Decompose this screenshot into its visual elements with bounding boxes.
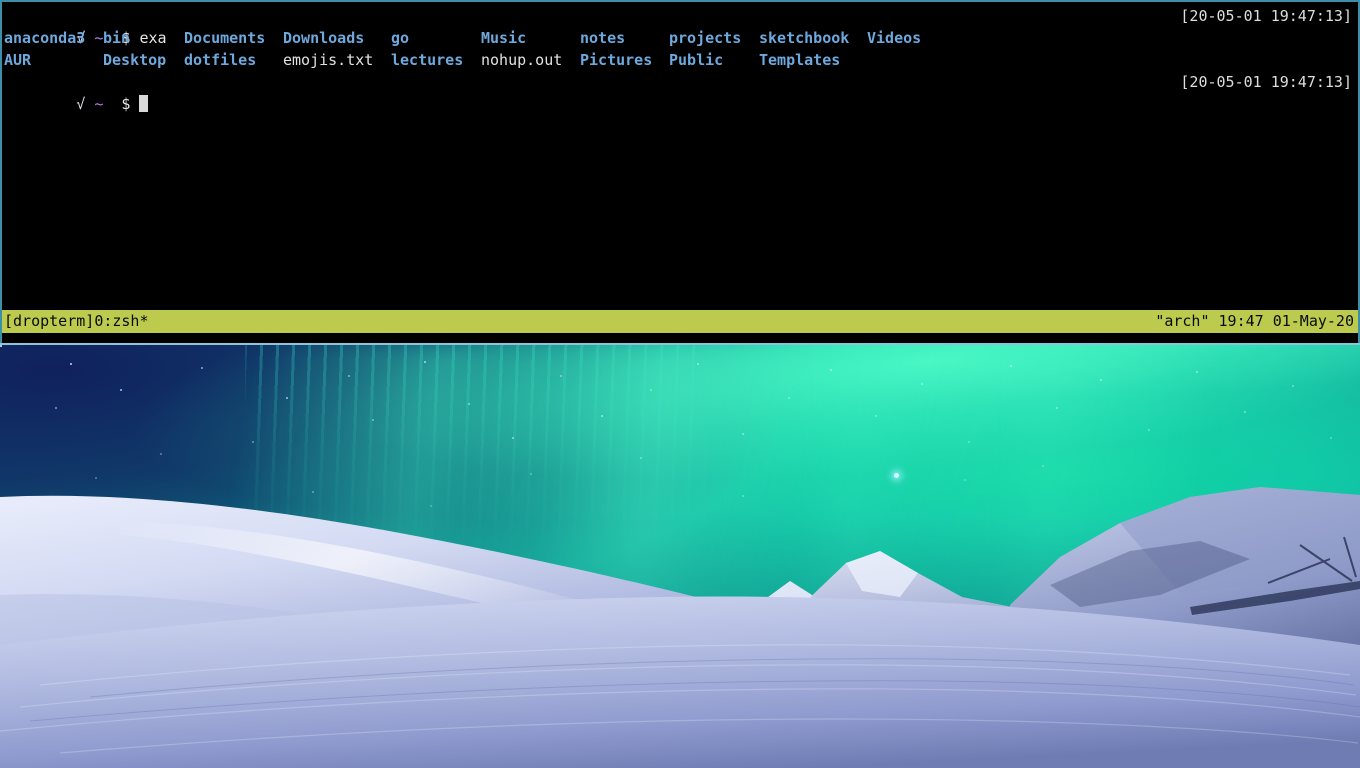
- list-item[interactable]: dotfiles: [184, 49, 256, 71]
- list-item[interactable]: Videos: [867, 27, 921, 49]
- list-item[interactable]: go: [391, 27, 409, 49]
- prompt-status-glyph: √: [76, 95, 86, 113]
- listing-row: AUR Desktop dotfiles emojis.txt lectures…: [2, 49, 1358, 71]
- terminal-bottom-edge: [0, 343, 1360, 345]
- prompt-timestamp: [20-05-01 19:47:13]: [1180, 73, 1352, 91]
- listing-row: anaconda3 bin Documents Downloads go Mus…: [2, 27, 1358, 49]
- prompt-path: ~: [94, 95, 104, 113]
- tmux-status-right: "arch" 19:47 01-May-20: [1155, 310, 1354, 333]
- tmux-date: 01-May-20: [1272, 312, 1354, 330]
- tmux-clock: 19:47: [1218, 312, 1264, 330]
- list-item[interactable]: Downloads: [283, 27, 364, 49]
- desktop-wallpaper: [0, 345, 1360, 768]
- desktop-root: √ ~ $ exa [20-05-01 19:47:13] anaconda3 …: [0, 0, 1360, 768]
- terminal-output-area[interactable]: √ ~ $ exa [20-05-01 19:47:13] anaconda3 …: [2, 2, 1358, 310]
- list-item[interactable]: AUR: [4, 49, 31, 71]
- list-item[interactable]: Documents: [184, 27, 265, 49]
- text-cursor[interactable]: [139, 95, 149, 112]
- list-item[interactable]: Desktop: [103, 49, 166, 71]
- tmux-status-left: [dropterm]0:zsh*: [4, 310, 149, 333]
- list-item[interactable]: anaconda3: [4, 27, 85, 49]
- list-item[interactable]: sketchbook: [759, 27, 849, 49]
- terminal-active-prompt-line[interactable]: √ ~ $ [20-05-01 19:47:13]: [2, 71, 1358, 113]
- tmux-session-name[interactable]: [dropterm]: [4, 312, 94, 330]
- list-item[interactable]: Public: [669, 49, 723, 71]
- list-item[interactable]: nohup.out: [481, 49, 562, 71]
- list-item[interactable]: Templates: [759, 49, 840, 71]
- dropdown-terminal-window[interactable]: √ ~ $ exa [20-05-01 19:47:13] anaconda3 …: [0, 0, 1360, 345]
- list-item[interactable]: Pictures: [580, 49, 652, 71]
- command-timestamp: [20-05-01 19:47:13]: [1180, 7, 1352, 25]
- snow-foreground: [0, 345, 1360, 768]
- terminal-command-line: √ ~ $ exa [20-05-01 19:47:13]: [2, 5, 1358, 47]
- list-item[interactable]: notes: [580, 27, 625, 49]
- tmux-window-label[interactable]: 0:zsh*: [94, 312, 148, 330]
- tmux-hostname: "arch": [1155, 312, 1210, 330]
- list-item[interactable]: emojis.txt: [283, 49, 373, 71]
- prompt-symbol: $: [121, 95, 131, 113]
- list-item[interactable]: lectures: [391, 49, 463, 71]
- list-item[interactable]: bin: [103, 27, 130, 49]
- list-item[interactable]: Music: [481, 27, 526, 49]
- list-item[interactable]: projects: [669, 27, 741, 49]
- tmux-status-bar[interactable]: [dropterm]0:zsh* "arch" 19:47 01-May-20: [2, 310, 1358, 333]
